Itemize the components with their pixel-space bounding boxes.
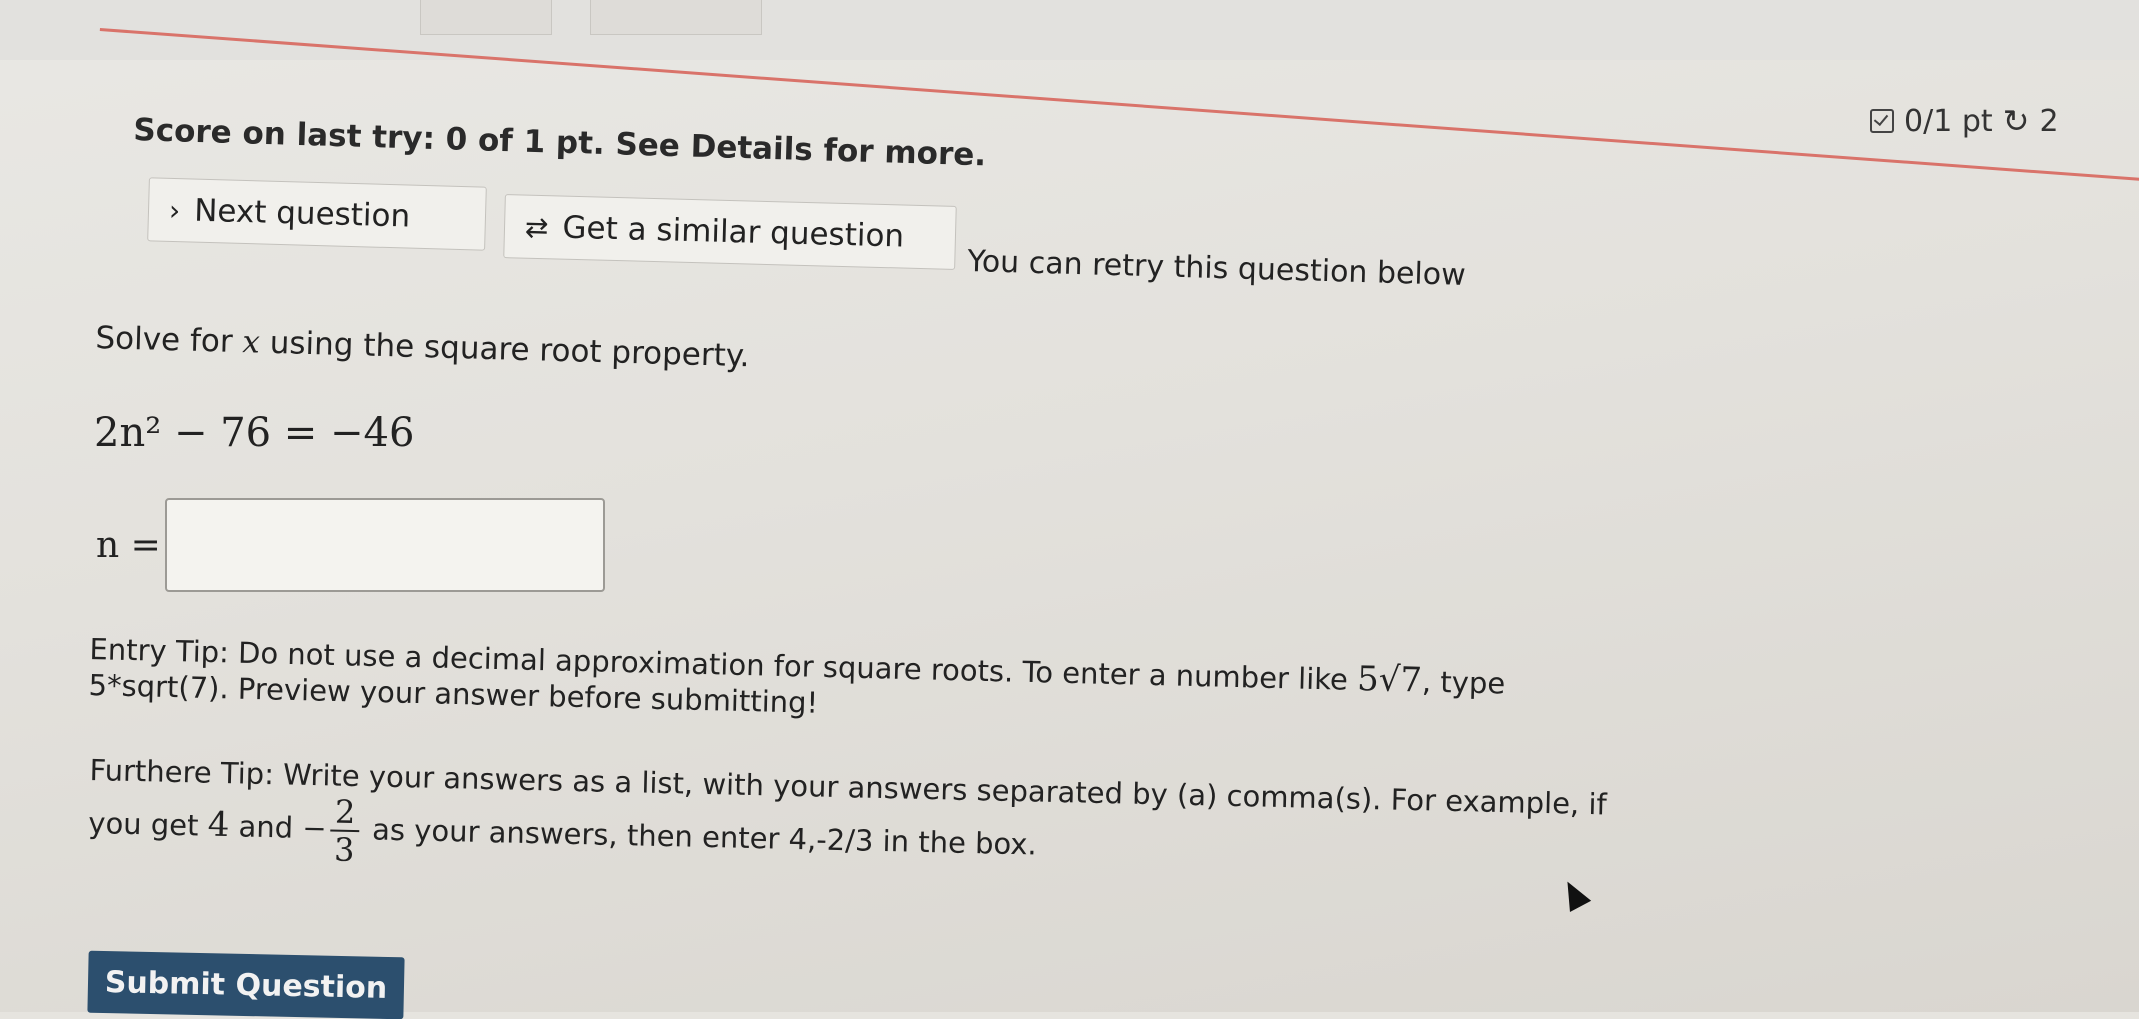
prompt-variable: x bbox=[241, 324, 261, 361]
answer-row: n = bbox=[96, 498, 605, 592]
checkbox-icon bbox=[1870, 109, 1894, 133]
answer-label: n = bbox=[96, 524, 161, 566]
chevron-right-icon: › bbox=[168, 193, 181, 227]
score-status: 0/1 pt ↻ 2 bbox=[1870, 102, 2059, 140]
points-text: 0/1 pt bbox=[1904, 103, 1993, 139]
top-tab[interactable] bbox=[420, 0, 552, 35]
prompt-before: Solve for bbox=[94, 320, 234, 360]
retry-icon[interactable]: ↻ bbox=[2003, 102, 2030, 140]
retries-left: 2 bbox=[2039, 103, 2059, 139]
further-tip-and: and bbox=[238, 809, 294, 845]
further-tip-minus: − bbox=[301, 810, 328, 846]
fraction-denominator: 3 bbox=[333, 830, 355, 870]
next-question-label: Next question bbox=[193, 192, 411, 235]
equation: 2n² − 76 = −46 bbox=[94, 410, 415, 456]
similar-question-label: Get a similar question bbox=[562, 209, 905, 255]
top-strip bbox=[0, 0, 2139, 60]
further-tip-text-b: as your answers, then enter 4,-2/3 in th… bbox=[371, 812, 1038, 862]
top-tab[interactable] bbox=[590, 0, 762, 35]
swap-icon: ⇄ bbox=[524, 210, 549, 244]
fraction-numerator: 2 bbox=[330, 793, 360, 833]
next-question-button[interactable]: › Next question bbox=[147, 177, 487, 251]
similar-question-button[interactable]: ⇄ Get a similar question bbox=[503, 194, 957, 270]
answer-input[interactable] bbox=[164, 498, 605, 592]
fraction: 23 bbox=[330, 793, 360, 870]
submit-question-button[interactable]: Submit Question bbox=[87, 950, 405, 1019]
entry-tip-math: 5√7 bbox=[1356, 658, 1423, 701]
further-tip-four: 4 bbox=[207, 804, 230, 846]
